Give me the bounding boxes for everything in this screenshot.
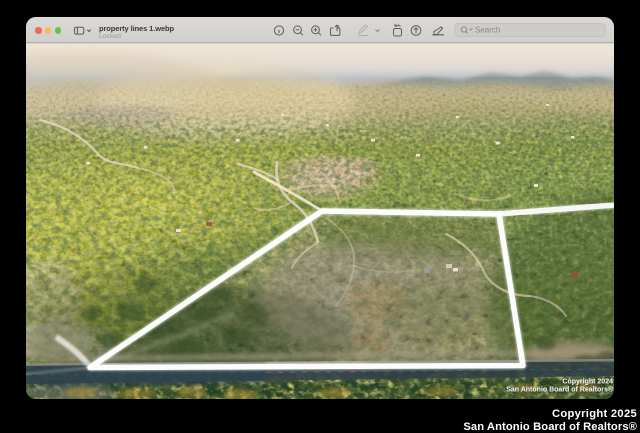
- svg-text:Search: Search: [475, 26, 500, 35]
- svg-text:San Antonio Board of Realtors®: San Antonio Board of Realtors®: [506, 386, 614, 394]
- svg-text:Copyright 2024: Copyright 2024: [562, 379, 613, 386]
